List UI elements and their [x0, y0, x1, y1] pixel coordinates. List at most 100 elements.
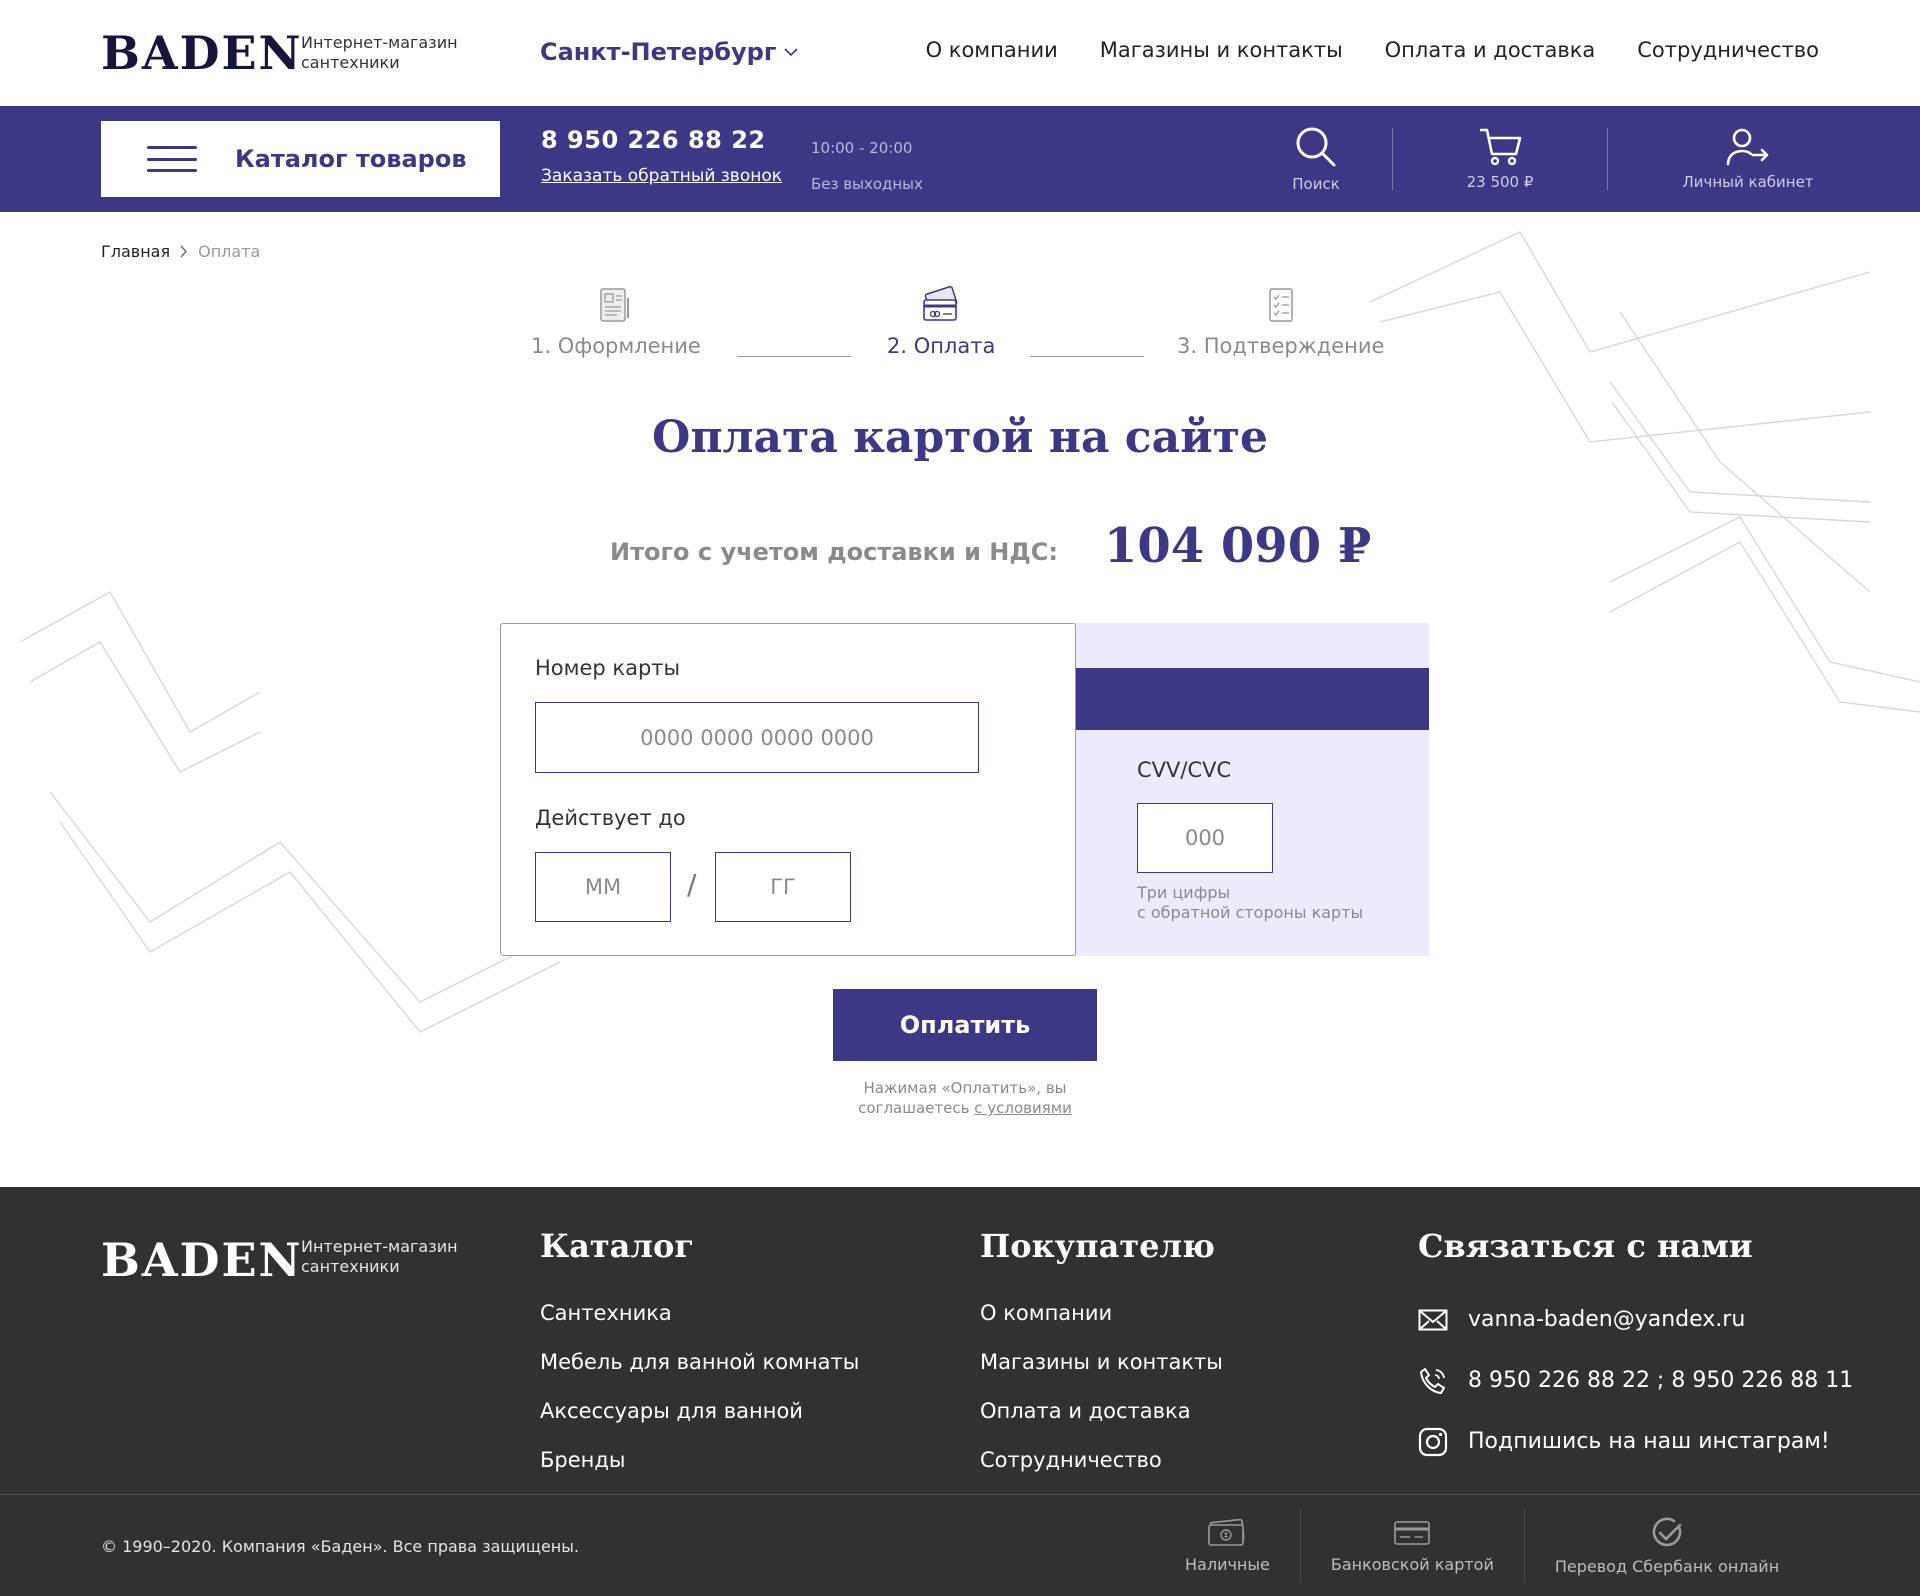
search-label: Поиск — [1292, 175, 1340, 193]
footer-link-plumbing[interactable]: Сантехника — [540, 1289, 859, 1338]
callback-link[interactable]: Заказать обратный звонок — [541, 166, 782, 186]
terms-notice: Нажимая «Оплатить», вы соглашаетесь с ус… — [800, 1078, 1130, 1118]
step-connector — [1030, 356, 1144, 357]
city-name: Санкт-Петербург — [540, 38, 777, 66]
footer-phones-text: 8 950 226 88 22 ; 8 950 226 88 11 — [1468, 1368, 1854, 1393]
bank-card-icon — [1394, 1520, 1431, 1545]
expiry-separator: / — [687, 868, 697, 901]
cvv-hint-line-1: Три цифры — [1137, 883, 1231, 902]
step-confirm-label: 3. Подтверждение — [1177, 334, 1385, 358]
logo-subtitle: Интернет-магазин сантехники — [301, 33, 458, 73]
magnetic-stripe — [1045, 668, 1429, 730]
step-connector — [737, 356, 851, 357]
search-button[interactable]: Поиск — [1240, 106, 1392, 212]
credit-card-icon — [923, 286, 958, 321]
breadcrumb-current: Оплата — [198, 242, 261, 261]
footer-contacts-heading: Связаться с нами — [1418, 1227, 1753, 1265]
work-hours: 10:00 - 20:00 Без выходных — [811, 130, 923, 202]
cart-icon — [1480, 128, 1522, 166]
chevron-right-icon — [180, 245, 188, 258]
step-payment: 2. Оплата — [887, 286, 995, 358]
checklist-icon — [1268, 288, 1293, 322]
payment-card-label: Банковской картой — [1330, 1554, 1494, 1574]
top-header: BADEN Интернет-магазин сантехники Санкт-… — [0, 0, 1920, 106]
footer-link-payment[interactable]: Оплата и доставка — [980, 1387, 1223, 1436]
total-label: Итого с учетом доставки и НДС: — [610, 538, 1058, 566]
footer-link-cooperation[interactable]: Сотрудничество — [980, 1436, 1223, 1485]
footer-divider — [0, 1494, 1920, 1495]
footer-link-about[interactable]: О компании — [980, 1289, 1223, 1338]
nav-stores[interactable]: Магазины и контакты — [1100, 38, 1343, 62]
footer-instagram[interactable]: Подпишись на наш инстаграм! — [1418, 1411, 1853, 1472]
footer-link-accessories[interactable]: Аксессуары для ванной — [540, 1387, 859, 1436]
terms-notice-text: соглашаетесь — [858, 1099, 970, 1117]
pay-button[interactable]: Оплатить — [833, 989, 1097, 1061]
city-selector[interactable]: Санкт-Петербург — [540, 38, 798, 66]
page-title: Оплата картой на сайте — [652, 412, 1268, 463]
search-icon — [1296, 127, 1336, 167]
card-back: CVV/CVC 000 Три цифры с обратной стороны… — [1045, 623, 1429, 956]
form-document-icon — [600, 288, 629, 322]
breadcrumb: Главная Оплата — [101, 242, 260, 261]
terms-link[interactable]: с условиями — [974, 1099, 1072, 1117]
card-number-label: Номер карты — [535, 656, 681, 680]
footer-link-stores[interactable]: Магазины и контакты — [980, 1338, 1223, 1387]
footer-instagram-text: Подпишись на наш инстаграм! — [1468, 1429, 1830, 1454]
footer-logo-subtitle: Интернет-магазин сантехники — [301, 1237, 458, 1277]
copyright: © 1990–2020. Компания «Баден». Все права… — [101, 1537, 579, 1556]
footer-catalog: Каталог Сантехника Мебель для ванной ком… — [540, 1227, 859, 1485]
cvv-hint-line-2: с обратной стороны карты — [1137, 903, 1364, 922]
logo[interactable]: BADEN — [101, 30, 303, 76]
payment-cash: Наличные — [1155, 1509, 1300, 1583]
expiry-label: Действует до — [535, 806, 686, 830]
footer-email-text: vanna-baden@yandex.ru — [1468, 1307, 1746, 1332]
top-nav: О компании Магазины и контакты Оплата и … — [926, 38, 1819, 62]
expiry-month-input[interactable]: ММ — [535, 852, 671, 922]
footer-phones[interactable]: 8 950 226 88 22 ; 8 950 226 88 11 — [1418, 1350, 1853, 1411]
payment-card: Банковской картой — [1301, 1509, 1524, 1583]
nav-payment[interactable]: Оплата и доставка — [1385, 38, 1596, 62]
check-circle-icon — [1652, 1517, 1682, 1546]
header-actions: Поиск 23 500 ₽ Личный кабинет — [1240, 106, 1888, 212]
footer-link-furniture[interactable]: Мебель для ванной комнаты — [540, 1338, 859, 1387]
account-label: Личный кабинет — [1682, 173, 1814, 191]
footer-email[interactable]: vanna-baden@yandex.ru — [1418, 1289, 1853, 1350]
header-phone[interactable]: 8 950 226 88 22 — [541, 126, 766, 154]
footer-buyer-heading: Покупателю — [980, 1227, 1215, 1265]
work-hours-time: 10:00 - 20:00 — [811, 139, 913, 157]
logo-subtitle-line-1: Интернет-магазин — [301, 33, 458, 52]
footer-contacts: Связаться с нами vanna-baden@yandex.ru 8… — [1418, 1227, 1853, 1472]
nav-cooperation[interactable]: Сотрудничество — [1637, 38, 1819, 62]
card-number-input[interactable]: 0000 0000 0000 0000 — [535, 702, 979, 773]
catalog-button-label: Каталог товаров — [235, 145, 467, 173]
header-bar: Каталог товаров 8 950 226 88 22 Заказать… — [0, 106, 1920, 212]
cash-icon — [1208, 1518, 1245, 1546]
cvv-input[interactable]: 000 — [1137, 803, 1273, 873]
account-button[interactable]: Личный кабинет — [1608, 106, 1888, 212]
footer-logo-subtitle-line-2: сантехники — [301, 1257, 400, 1276]
cart-total: 23 500 ₽ — [1466, 173, 1534, 191]
catalog-button[interactable]: Каталог товаров — [101, 121, 500, 197]
payment-cash-label: Наличные — [1185, 1554, 1270, 1574]
payment-methods: Наличные Банковской картой Перевод Сберб… — [1155, 1509, 1809, 1583]
nav-about[interactable]: О компании — [926, 38, 1058, 62]
expiry-year-input[interactable]: ГГ — [715, 852, 851, 922]
breadcrumb-home[interactable]: Главная — [101, 242, 170, 261]
footer-link-brands[interactable]: Бренды — [540, 1436, 859, 1485]
footer: BADEN Интернет-магазин сантехники Катало… — [0, 1187, 1920, 1596]
cvv-hint: Три цифры с обратной стороны карты — [1137, 883, 1363, 923]
step-payment-label: 2. Оплата — [887, 334, 996, 358]
step-checkout: 1. Оформление — [531, 286, 701, 358]
checkout-steps: 1. Оформление 2. Оплата 3. Подтверждение — [520, 286, 1400, 376]
work-hours-days: Без выходных — [811, 175, 923, 193]
cart-button[interactable]: 23 500 ₽ — [1393, 106, 1607, 212]
logo-subtitle-line-2: сантехники — [301, 53, 400, 72]
footer-catalog-heading: Каталог — [540, 1227, 694, 1265]
payment-sberbank-label: Перевод Сбербанк онлайн — [1554, 1556, 1780, 1576]
step-checkout-label: 1. Оформление — [531, 334, 701, 358]
card-front: Номер карты 0000 0000 0000 0000 Действуе… — [500, 623, 1076, 956]
terms-notice-line-1: Нажимая «Оплатить», вы — [863, 1079, 1067, 1097]
footer-logo[interactable]: BADEN — [101, 1237, 303, 1283]
menu-icon — [147, 146, 197, 172]
total-amount: 104 090 ₽ — [1104, 518, 1372, 574]
